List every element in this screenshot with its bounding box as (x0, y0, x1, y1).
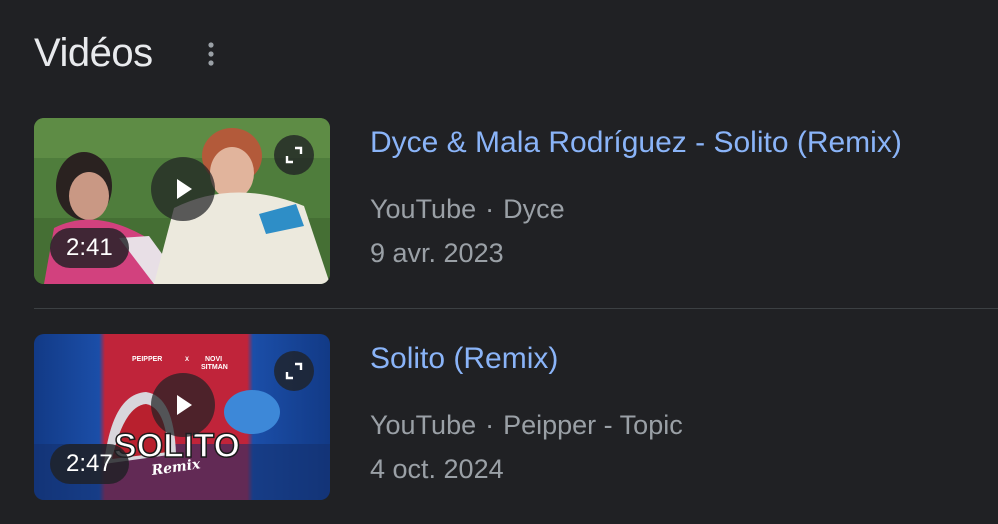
video-duration: 2:47 (50, 444, 129, 484)
video-source: YouTube · Peipper - Topic (370, 403, 998, 447)
play-icon (177, 395, 192, 415)
video-source: YouTube · Dyce (370, 187, 998, 231)
thumbnail-artist-right: NOVI (205, 356, 222, 363)
video-date: 4 oct. 2024 (370, 454, 504, 484)
video-platform: YouTube (370, 410, 477, 440)
expand-icon (285, 146, 303, 164)
video-result: 2:41 Dyce & Mala Rodríguez - Solito (Rem… (34, 118, 998, 286)
video-title-link[interactable]: Solito (Remix) (370, 336, 998, 382)
video-channel: Dyce (503, 194, 565, 224)
video-channel: Peipper - Topic (503, 410, 683, 440)
more-options-button[interactable] (196, 36, 226, 72)
video-date: 9 avr. 2023 (370, 238, 504, 268)
video-title-link[interactable]: Dyce & Mala Rodríguez - Solito (Remix) (370, 120, 998, 166)
expand-icon (285, 362, 303, 380)
result-divider (34, 308, 998, 309)
section-title: Vidéos (34, 30, 153, 75)
thumbnail-artist-right-2: SITMAN (201, 364, 228, 371)
expand-button[interactable] (274, 135, 314, 175)
video-thumbnail[interactable]: 2:41 (34, 118, 330, 284)
meta-separator: · (485, 410, 495, 440)
video-platform: YouTube (370, 194, 477, 224)
more-vert-icon (208, 42, 214, 66)
play-button[interactable] (151, 157, 215, 221)
section-header: Vidéos (34, 28, 153, 78)
video-duration: 2:41 (50, 228, 129, 268)
expand-button[interactable] (274, 351, 314, 391)
video-info: Dyce & Mala Rodríguez - Solito (Remix) Y… (370, 118, 998, 275)
thumbnail-artist-left: PEIPPER (132, 356, 162, 363)
video-result: PEIPPER X NOVI SITMAN SOLITO Remix 2:47 (34, 334, 998, 502)
play-button[interactable] (151, 373, 215, 437)
videos-section: Vidéos 2:41 Dyce & Mala Rodríguez - Soli… (0, 0, 998, 524)
video-info: Solito (Remix) YouTube · Peipper - Topic 4… (370, 334, 998, 491)
meta-separator: · (485, 194, 495, 224)
video-thumbnail[interactable]: PEIPPER X NOVI SITMAN SOLITO Remix 2:47 (34, 334, 330, 500)
play-icon (177, 179, 192, 199)
thumbnail-artist-x: X (185, 357, 189, 363)
